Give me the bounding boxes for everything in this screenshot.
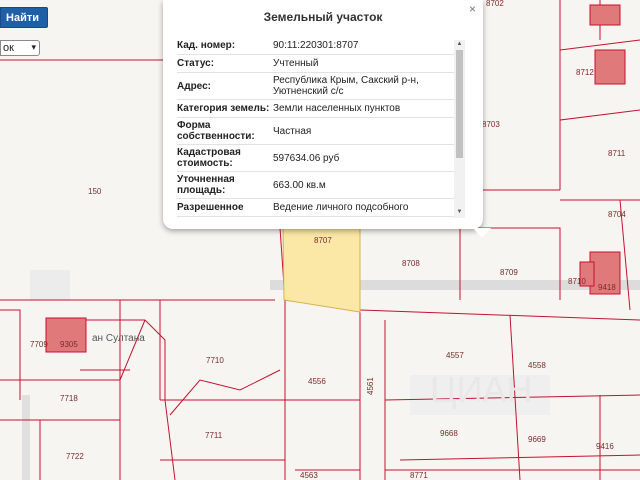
chevron-down-icon: ▾ — [31, 42, 36, 52]
building-top — [589, 4, 621, 26]
info-row: Кадастровая стоимость: 597634.06 руб — [177, 145, 464, 172]
info-key: Статус: — [177, 58, 215, 69]
info-row: Кад. номер: 90:11:220301:8707 — [177, 37, 464, 55]
scroll-down-icon[interactable]: ▼ — [454, 208, 465, 217]
parcel-label: 8712 — [576, 68, 594, 77]
info-key: Кад. номер: — [177, 40, 236, 51]
parcel-label: 8704 — [608, 210, 626, 219]
info-key: Кадастровая стоимость: — [177, 147, 241, 169]
info-key: Разрешенное — [177, 202, 244, 213]
info-value: 90:11:220301:8707 — [273, 40, 359, 51]
parcel-label: 4558 — [528, 361, 546, 370]
watermark: ЦИАН — [430, 369, 533, 410]
info-row: Категория земель: Земли населенных пункт… — [177, 100, 464, 118]
parcel-label: 7711 — [205, 431, 223, 440]
parcel-label: 7722 — [66, 452, 84, 461]
parcel-label: 4556 — [308, 377, 326, 386]
info-row: Уточненная площадь: 663.00 кв.м — [177, 172, 464, 199]
parcel-info-popup: Земельный участок × Кад. номер: 90:11:22… — [163, 0, 491, 238]
info-value: Земли населенных пунктов — [273, 103, 401, 114]
building-8712 — [594, 49, 626, 85]
parcel-label: 8707 — [314, 236, 332, 245]
info-value: Республика Крым, Сакский р-н, Уютненский… — [273, 75, 419, 97]
parcel-label: 8702 — [486, 0, 504, 8]
parcel-label: 8771 — [410, 471, 428, 480]
street-label: ан Султана — [92, 333, 145, 344]
parcel-label: 9305 — [60, 340, 78, 349]
parcel-label: 7718 — [60, 394, 78, 403]
info-key: Адрес: — [177, 80, 211, 92]
parcel-label: 4557 — [446, 351, 464, 360]
popup-body[interactable]: Кад. номер: 90:11:220301:8707 Статус: Уч… — [177, 37, 464, 217]
info-key: Форма собственности: — [177, 120, 255, 142]
info-value: 663.00 кв.м — [273, 179, 326, 191]
parcel-label: 7710 — [206, 356, 224, 365]
parcel-label: 4563 — [300, 471, 318, 480]
popup-pointer — [473, 228, 491, 238]
scroll-up-icon[interactable]: ▲ — [454, 40, 465, 49]
info-row: Разрешенное Ведение личного подсобного — [177, 199, 464, 217]
info-row: Статус: Учтенный — [177, 55, 464, 73]
parcel-label: 9416 — [596, 442, 614, 451]
object-type-select[interactable]: ок ▾ — [0, 40, 40, 56]
parcel-label: 150 — [88, 187, 102, 196]
parcel-label: 9668 — [440, 429, 458, 438]
object-type-value: ок — [3, 42, 14, 54]
info-key: Категория земель: — [177, 103, 270, 114]
info-value: Частная — [273, 125, 312, 137]
parcel-label: 9669 — [528, 435, 546, 444]
info-key: Уточненная площадь: — [177, 174, 235, 196]
info-value: Ведение личного подсобного — [273, 202, 409, 213]
parcel-label: 8708 — [402, 259, 420, 268]
info-value: Учтенный — [273, 58, 319, 69]
parcel-label: 8710 — [568, 277, 586, 286]
parcel-label: 7709 — [30, 340, 48, 349]
parcel-label: 4561 — [366, 377, 375, 395]
close-icon[interactable]: × — [469, 2, 476, 16]
popup-title: Земельный участок — [263, 10, 383, 24]
popup-scroll-thumb[interactable] — [456, 50, 463, 158]
parcel-label: 8711 — [608, 149, 626, 158]
info-value: 597634.06 руб — [273, 152, 340, 164]
info-row: Форма собственности: Частная — [177, 118, 464, 145]
parcel-label: 8709 — [500, 268, 518, 277]
parcel-label: 9418 — [598, 283, 616, 292]
parcel-label: 8703 — [482, 120, 500, 129]
info-row: Адрес: Республика Крым, Сакский р-н, Уют… — [177, 73, 464, 100]
find-button[interactable]: Найти — [0, 7, 48, 28]
